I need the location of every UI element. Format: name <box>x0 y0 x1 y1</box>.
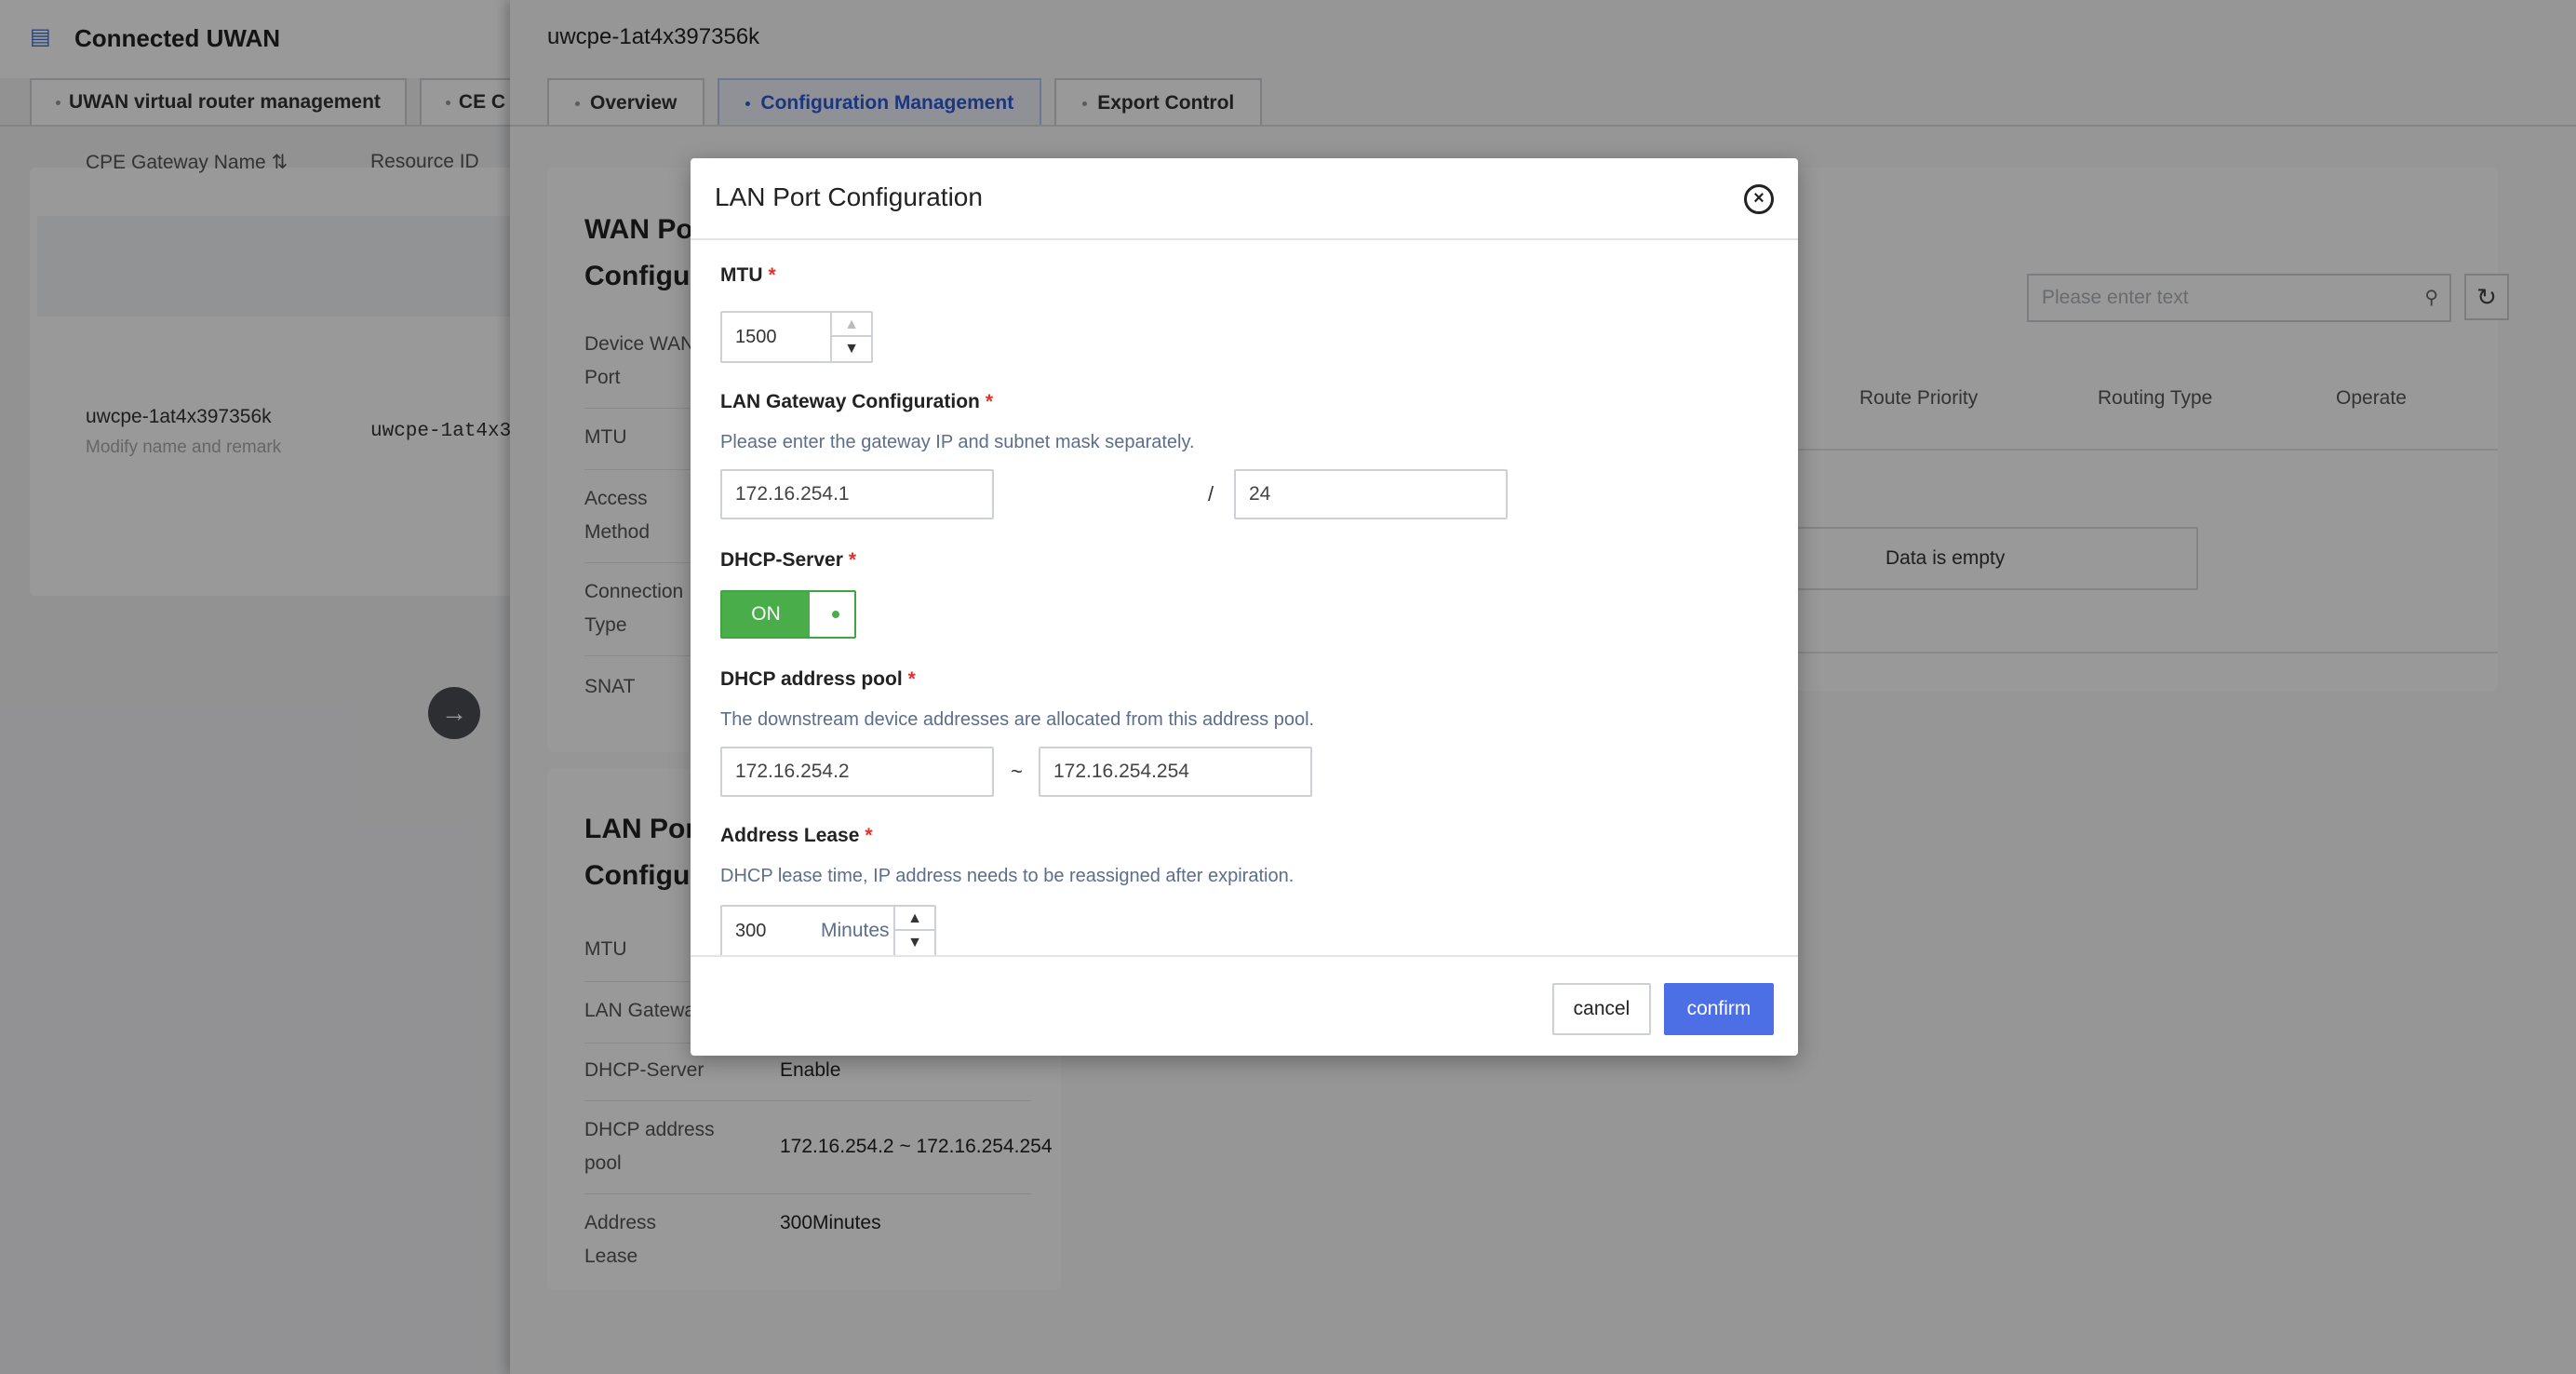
caret-down-icon[interactable]: ▼ <box>832 337 871 361</box>
toggle-indicator <box>832 611 839 618</box>
mtu-value[interactable]: 1500 <box>735 313 777 361</box>
confirm-button[interactable]: confirm <box>1664 983 1774 1035</box>
dhcp-pool-label: DHCP address pool * <box>720 668 916 690</box>
dhcp-pool-help: The downstream device addresses are allo… <box>720 709 1315 730</box>
lan-port-config-dialog: LAN Port Configuration × MTU * 1500 ▲ ▼ L… <box>691 158 1798 1056</box>
dhcp-server-toggle[interactable]: ON <box>720 590 856 639</box>
gateway-separator: / <box>1208 482 1214 505</box>
caret-up-icon[interactable]: ▲ <box>895 907 934 931</box>
stepper-buttons: ▲ ▼ <box>893 907 934 955</box>
gateway-label: LAN Gateway Configuration * <box>720 391 994 412</box>
lease-stepper[interactable]: 300 Minutes ▲ ▼ <box>720 905 936 955</box>
pool-separator: ~ <box>1011 760 1023 783</box>
required-mark: * <box>768 264 776 286</box>
dialog-body: MTU * 1500 ▲ ▼ LAN Gateway Configuration *… <box>691 242 1798 955</box>
dialog-title: LAN Port Configuration <box>715 182 983 211</box>
pool-start-input[interactable]: 172.16.254.2 <box>720 747 994 797</box>
caret-down-icon[interactable]: ▼ <box>895 931 934 955</box>
address-lease-label-text: Address Lease <box>720 825 860 846</box>
mtu-label: MTU * <box>720 264 776 286</box>
dialog-footer: cancel confirm <box>691 955 1798 1056</box>
required-mark: * <box>985 391 994 412</box>
caret-up-icon[interactable]: ▲ <box>832 313 871 337</box>
toggle-on-label: ON <box>722 592 810 637</box>
required-mark: * <box>848 549 857 571</box>
gateway-help: Please enter the gateway IP and subnet m… <box>720 432 1195 452</box>
required-mark: * <box>907 668 916 690</box>
close-circle-icon[interactable]: × <box>1744 184 1774 214</box>
required-mark: * <box>865 825 873 846</box>
pool-end-input[interactable]: 172.16.254.254 <box>1039 747 1312 797</box>
dialog-header: LAN Port Configuration × <box>691 158 1798 240</box>
address-lease-help: DHCP lease time, IP address needs to be … <box>720 866 1295 886</box>
address-lease-label: Address Lease * <box>720 825 873 847</box>
lease-value[interactable]: 300 <box>735 907 766 955</box>
mtu-stepper[interactable]: 1500 ▲ ▼ <box>720 311 873 363</box>
dhcp-server-label: DHCP-Server * <box>720 549 857 571</box>
stepper-buttons: ▲ ▼ <box>830 313 871 361</box>
cancel-button[interactable]: cancel <box>1552 983 1651 1035</box>
gateway-ip-input[interactable]: 172.16.254.1 <box>720 469 994 519</box>
subnet-mask-input[interactable]: 24 <box>1234 469 1508 519</box>
lease-unit: Minutes <box>821 920 890 941</box>
